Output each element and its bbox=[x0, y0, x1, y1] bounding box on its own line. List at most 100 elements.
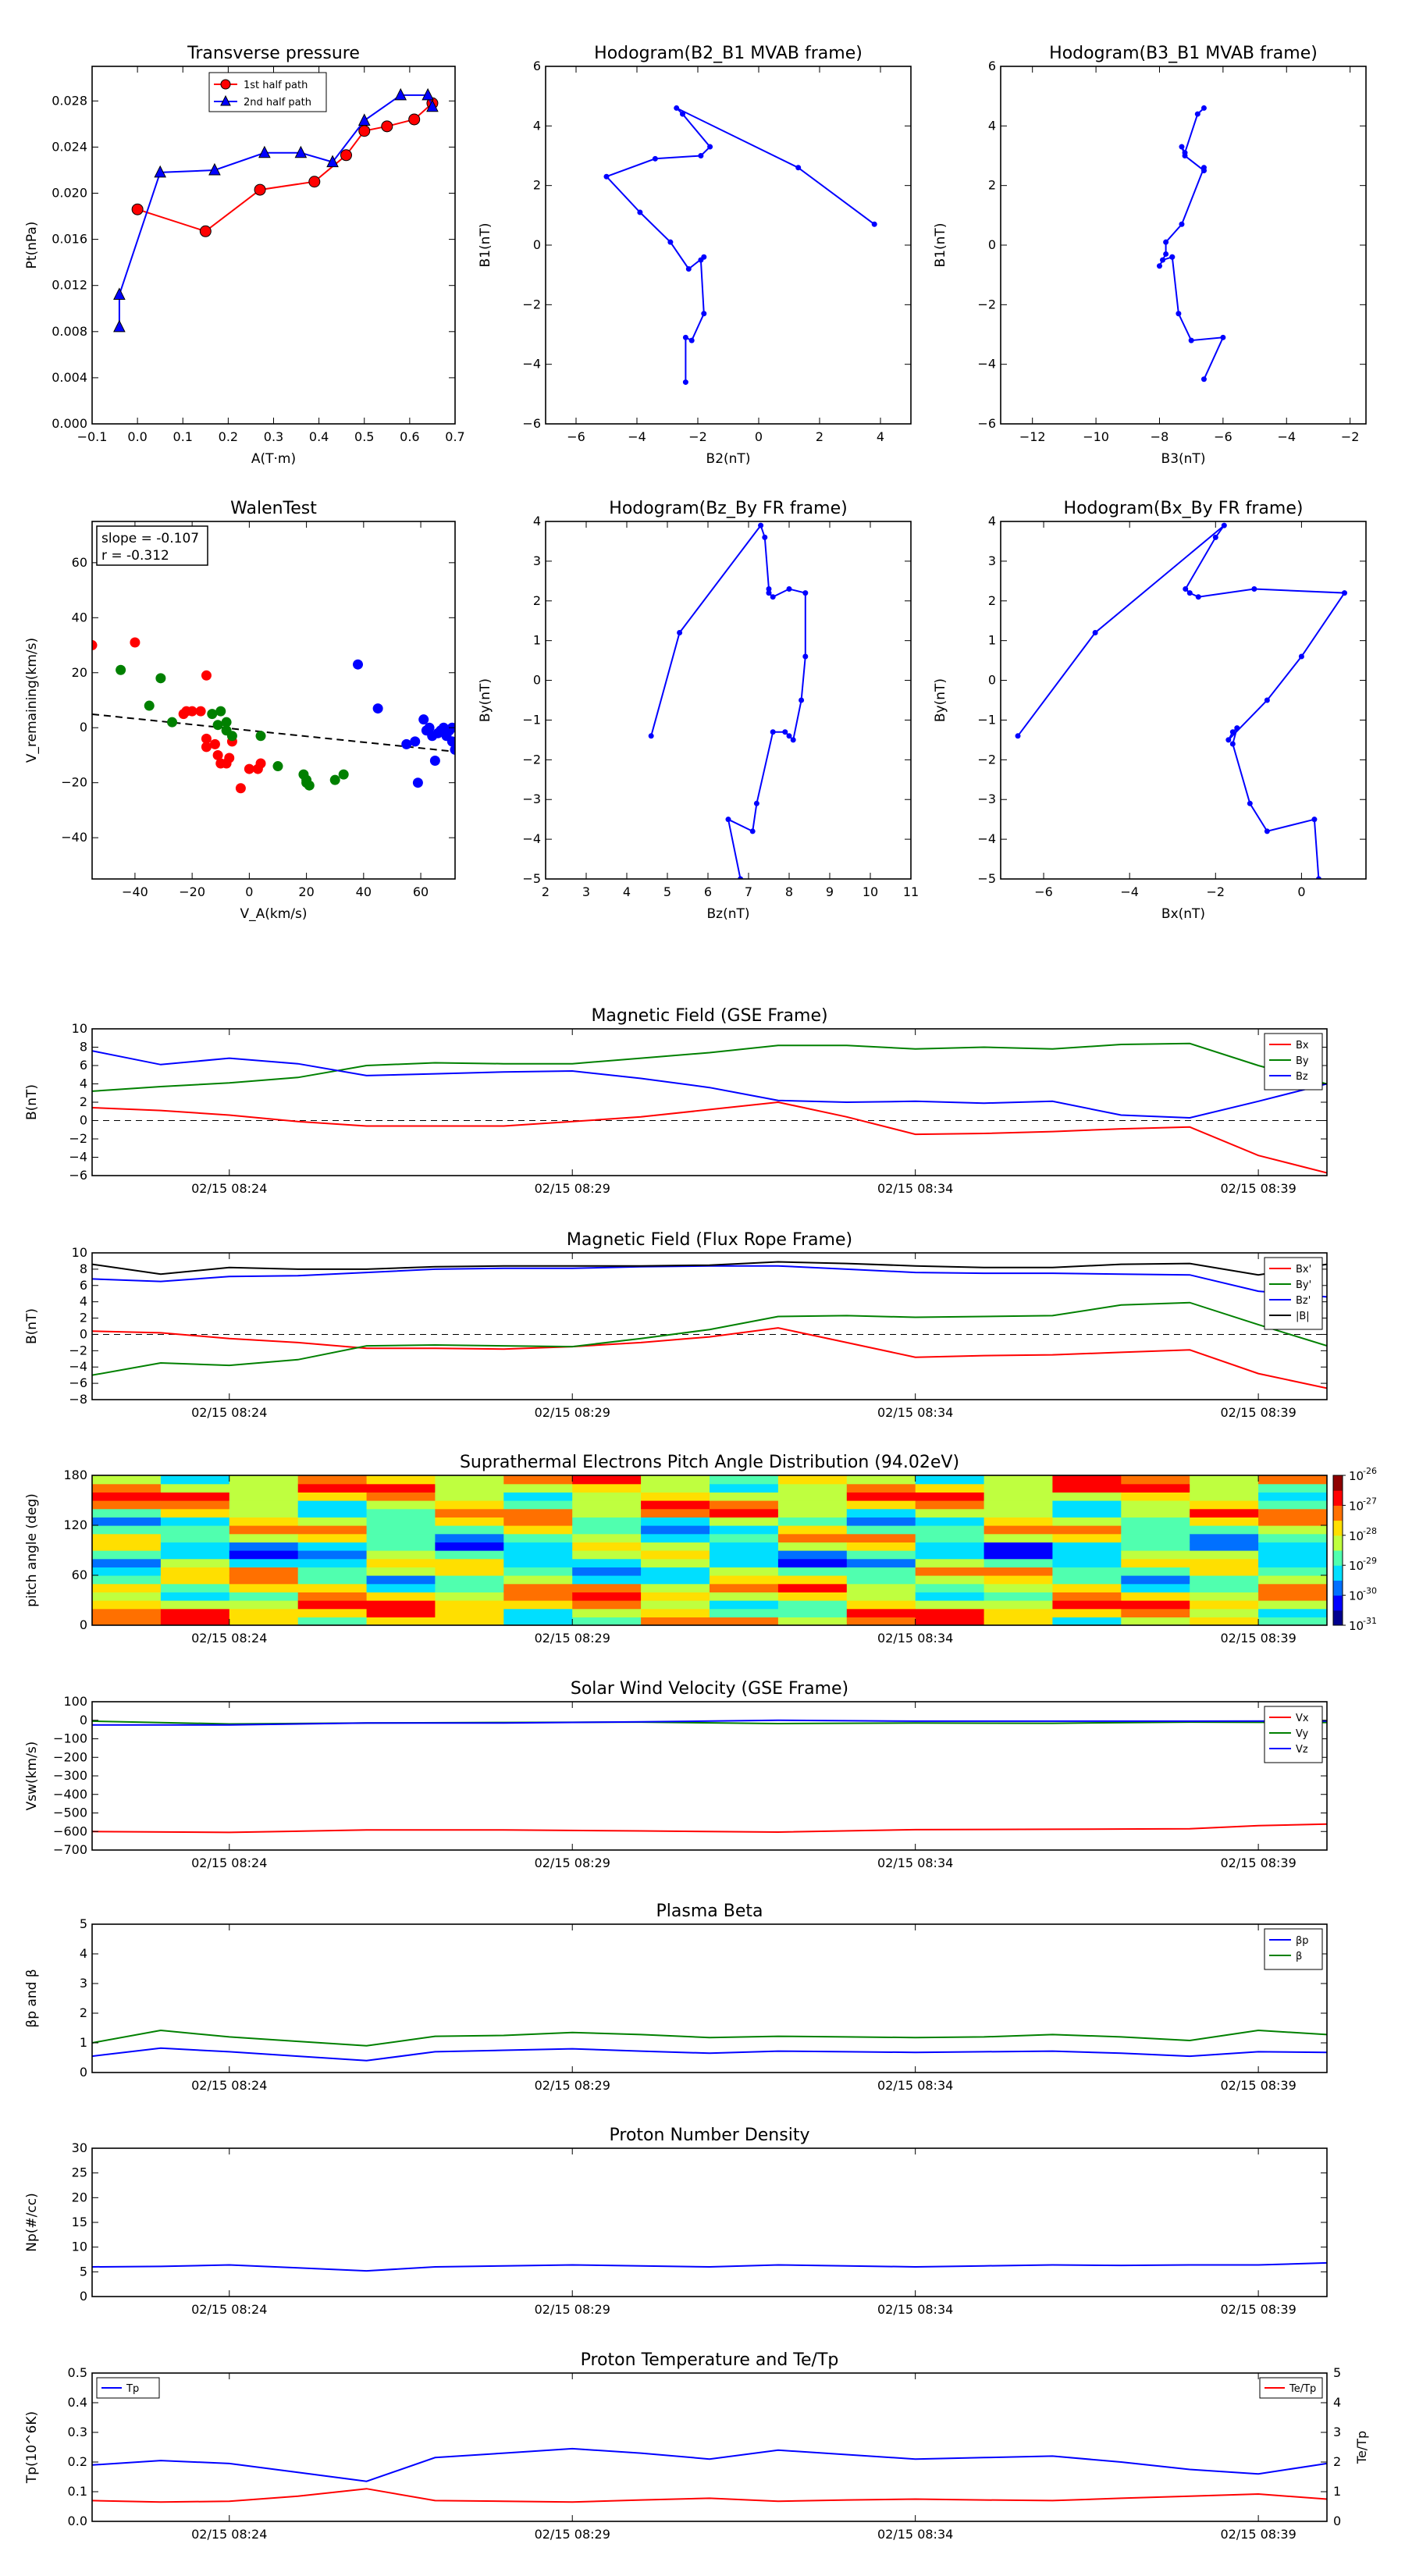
y-tick-label: 4 bbox=[988, 118, 996, 133]
y-tick-label: 0 bbox=[533, 673, 541, 688]
scatter-point bbox=[446, 736, 455, 747]
heatmap-cell bbox=[160, 1492, 230, 1501]
y-tick-label: 3 bbox=[988, 553, 996, 568]
heatmap-cell bbox=[366, 1600, 436, 1610]
x-tick-label: −40 bbox=[122, 884, 148, 899]
colorbar-tick-exponent: -31 bbox=[1363, 1616, 1377, 1626]
heatmap-cell bbox=[915, 1608, 985, 1617]
heatmap-cell bbox=[503, 1600, 573, 1610]
heatmap-cell bbox=[297, 1558, 368, 1567]
heatmap-cell bbox=[503, 1500, 573, 1510]
y-tick-label: 0.012 bbox=[52, 278, 87, 293]
heatmap-cell bbox=[777, 1533, 848, 1542]
x-tick-label: 02/15 08:24 bbox=[191, 1631, 267, 1646]
scatter-point bbox=[201, 670, 212, 681]
heatmap-cell bbox=[366, 1575, 436, 1585]
heatmap-cell bbox=[92, 1475, 162, 1485]
data-point bbox=[753, 800, 759, 806]
scatter-point bbox=[272, 761, 283, 772]
x-tick-label: 02/15 08:34 bbox=[877, 1181, 953, 1196]
heatmap-cell bbox=[92, 1567, 162, 1576]
heatmap-cell bbox=[503, 1575, 573, 1585]
heatmap-cell bbox=[1258, 1608, 1327, 1617]
heatmap-cell bbox=[641, 1525, 710, 1535]
heatmap-cell bbox=[641, 1558, 710, 1567]
y-tick-label: −6 bbox=[522, 416, 541, 431]
y-tick-label: 3 bbox=[80, 1976, 87, 1991]
heatmap-cell bbox=[710, 1592, 779, 1601]
heatmap-cell bbox=[1258, 1567, 1327, 1576]
heatmap-cell bbox=[1052, 1575, 1122, 1585]
chart-magnetic-field-gse: Magnetic Field (GSE Frame) 02/15 08:24 02/… bbox=[24, 1006, 1328, 1196]
series-bz--line bbox=[92, 1265, 1327, 1298]
x-tick-label: 02/15 08:24 bbox=[191, 2302, 267, 2317]
chart-title: Plasma Beta bbox=[656, 1902, 763, 1921]
data-point bbox=[1200, 376, 1207, 382]
data-point bbox=[707, 144, 713, 150]
heatmap-cell bbox=[641, 1550, 710, 1560]
data-point bbox=[648, 733, 654, 739]
chart-title: Solar Wind Velocity (GSE Frame) bbox=[571, 1679, 848, 1699]
heatmap-cell bbox=[435, 1500, 504, 1510]
y-tick-label: −3 bbox=[977, 792, 996, 806]
heatmap-cell bbox=[1121, 1567, 1190, 1576]
heatmap-cell bbox=[229, 1500, 299, 1510]
y-tick-label: −700 bbox=[53, 1842, 87, 1857]
x-tick-label: 0 bbox=[1297, 884, 1305, 899]
heatmap-cell bbox=[984, 1592, 1054, 1601]
x-tick-label: 02/15 08:34 bbox=[877, 1631, 953, 1646]
chart-transverse-pressure: Transverse pressure −0.1 0.0 0.1 0.2 0.3 0.4 0.… bbox=[24, 44, 465, 467]
heatmap-cell bbox=[160, 1550, 230, 1560]
legend-frame bbox=[1264, 1706, 1323, 1763]
x-tick-label: 02/15 08:39 bbox=[1220, 2302, 1296, 2317]
heatmap-cell bbox=[915, 1617, 985, 1625]
axes-frame bbox=[91, 2372, 1328, 2522]
heatmap-cell bbox=[229, 1550, 299, 1560]
heatmap-cell bbox=[160, 1475, 230, 1485]
x-tick-label: 02/15 08:39 bbox=[1220, 1631, 1296, 1646]
data-point bbox=[357, 113, 371, 126]
heatmap-cell bbox=[503, 1550, 573, 1560]
heatmap-cell bbox=[229, 1492, 299, 1501]
heatmap-cell bbox=[297, 1500, 368, 1510]
y-tick-label: 2 bbox=[988, 178, 996, 193]
data-point bbox=[1179, 221, 1185, 227]
heatmap-cell bbox=[915, 1550, 985, 1560]
heatmap-cell bbox=[710, 1567, 779, 1576]
data-point bbox=[1195, 594, 1201, 600]
heatmap-cell bbox=[297, 1550, 368, 1560]
data-point bbox=[685, 266, 692, 272]
y-tick-label: 0.024 bbox=[52, 139, 87, 154]
heatmap-cell bbox=[984, 1500, 1054, 1510]
data-point bbox=[871, 221, 877, 227]
plot-area bbox=[92, 1475, 1327, 1625]
legend-label: |B| bbox=[1296, 1311, 1310, 1322]
colorbar-tick-label: 10 bbox=[1349, 1619, 1364, 1633]
colorbar-segment bbox=[1333, 1610, 1343, 1626]
heatmap-cell bbox=[160, 1583, 230, 1592]
plot-area bbox=[648, 522, 809, 879]
data-point bbox=[1264, 697, 1270, 703]
heatmap-cell bbox=[915, 1517, 985, 1526]
data-point bbox=[358, 125, 371, 137]
heatmap-cell bbox=[572, 1483, 642, 1493]
x-tick-label: 02/15 08:24 bbox=[191, 2527, 267, 2542]
y-tick-label: 4 bbox=[80, 1946, 87, 1961]
heatmap-cell bbox=[160, 1617, 230, 1625]
heatmap-cell bbox=[984, 1583, 1054, 1592]
y-tick-label: 2 bbox=[988, 593, 996, 608]
x-tick-label: 02/15 08:29 bbox=[535, 1405, 610, 1420]
data-point bbox=[1200, 105, 1207, 111]
y-tick-label: 2 bbox=[533, 178, 541, 193]
data-point bbox=[682, 379, 688, 386]
data-point bbox=[340, 149, 352, 162]
legend: 1st half path 2nd half path bbox=[208, 72, 327, 112]
heatmap-cell bbox=[297, 1583, 368, 1592]
heatmap-cell bbox=[710, 1517, 779, 1526]
heatmap-cell bbox=[229, 1617, 299, 1625]
heatmap-cell bbox=[160, 1500, 230, 1510]
axes-frame bbox=[91, 1923, 1328, 2073]
heatmap-cell bbox=[297, 1483, 368, 1493]
heatmap-cell bbox=[1190, 1492, 1259, 1501]
colorbar-tick-label: 10 bbox=[1349, 1529, 1364, 1543]
